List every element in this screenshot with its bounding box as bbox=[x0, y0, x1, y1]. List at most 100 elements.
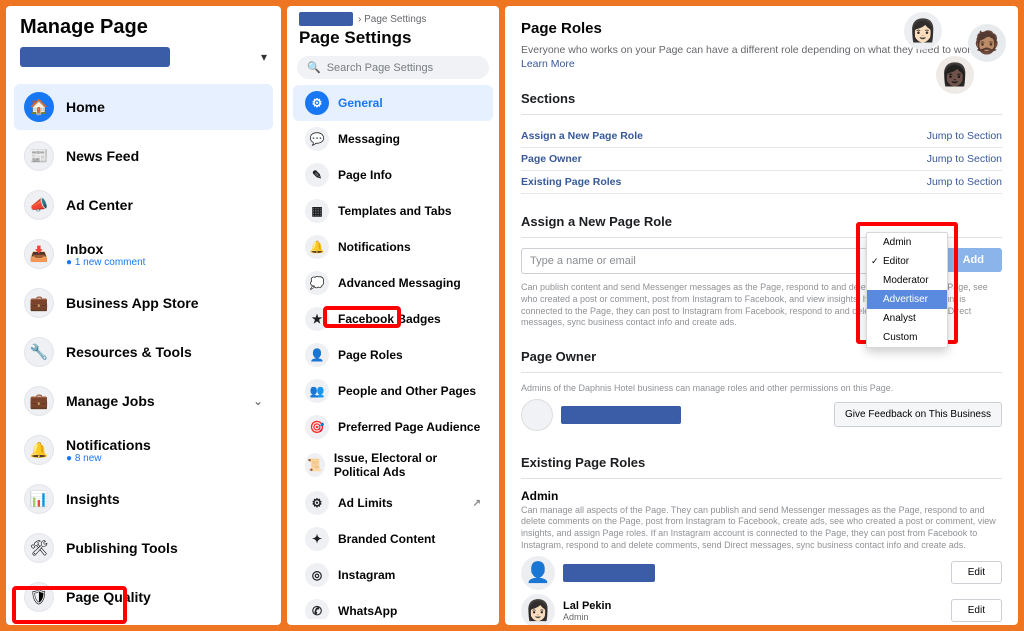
person-role-sub: Admin bbox=[563, 612, 611, 622]
section-link[interactable]: Assign a New Page Role bbox=[521, 130, 643, 142]
settings-item-general[interactable]: ⚙ General bbox=[293, 85, 493, 121]
settings-item-messaging[interactable]: 💬 Messaging bbox=[293, 121, 493, 157]
owner-heading: Page Owner bbox=[521, 349, 1002, 364]
sidebar-item-resources-tools[interactable]: 🔧 Resources & Tools bbox=[14, 329, 273, 375]
settings-item-label: Issue, Electoral or Political Ads bbox=[334, 451, 481, 479]
settings-icon: ◎ bbox=[305, 563, 329, 587]
role-option-moderator[interactable]: Moderator bbox=[867, 271, 947, 290]
owner-row: Give Feedback on This Business bbox=[521, 395, 1002, 435]
settings-item-templates-and-tabs[interactable]: ▦ Templates and Tabs bbox=[293, 193, 493, 229]
search-input[interactable]: 🔍 Search Page Settings bbox=[297, 56, 489, 79]
sidebar-item-label: Home bbox=[66, 99, 105, 115]
settings-item-label: Preferred Page Audience bbox=[338, 420, 480, 434]
sidebar-item-notifications[interactable]: 🔔 Notifications● 8 new bbox=[14, 427, 273, 473]
settings-icon: ★ bbox=[305, 307, 329, 331]
section-link-row: Existing Page Roles Jump to Section bbox=[521, 171, 1002, 194]
avatar-icon: 👩🏻 bbox=[521, 594, 555, 625]
sidebar-item-label: Ad Center bbox=[66, 197, 133, 213]
sidebar-item-label: Business App Store bbox=[66, 295, 199, 311]
settings-item-label: Page Info bbox=[338, 168, 392, 182]
nav-icon: 🛡 bbox=[24, 582, 54, 612]
sidebar-item-label: Inbox bbox=[66, 241, 103, 257]
edit-button[interactable]: Edit bbox=[951, 599, 1002, 622]
settings-item-branded-content[interactable]: ✦ Branded Content bbox=[293, 521, 493, 557]
settings-nav: ⚙ General 💬 Messaging ✎ Page Info ▦ Temp… bbox=[287, 85, 499, 619]
crumb-text: › Page Settings bbox=[358, 14, 426, 25]
search-icon: 🔍 bbox=[307, 61, 321, 74]
settings-icon: ✎ bbox=[305, 163, 329, 187]
divider bbox=[521, 372, 1002, 373]
settings-item-instagram[interactable]: ◎ Instagram bbox=[293, 557, 493, 593]
sidebar-item-manage-jobs[interactable]: 💼 Manage Jobs ⌄ bbox=[14, 378, 273, 424]
settings-icon: ▦ bbox=[305, 199, 329, 223]
assign-heading: Assign a New Page Role bbox=[521, 214, 1002, 229]
jump-to-section-link[interactable]: Jump to Section bbox=[927, 176, 1002, 188]
edit-button[interactable]: Edit bbox=[951, 561, 1002, 584]
avatar-cluster: 👩🏻 🧔🏽 👩🏿 bbox=[896, 12, 1006, 94]
add-button[interactable]: Add bbox=[945, 248, 1002, 272]
settings-item-preferred-page-audience[interactable]: 🎯 Preferred Page Audience bbox=[293, 409, 493, 445]
sidebar-item-edit-page-info[interactable]: ✏️ Edit Page Info bbox=[14, 623, 273, 625]
nav-icon: 📊 bbox=[24, 484, 54, 514]
sidebar-item-page-quality[interactable]: 🛡 Page Quality bbox=[14, 574, 273, 620]
sidebar-item-business-app-store[interactable]: 💼 Business App Store bbox=[14, 280, 273, 326]
owner-name-chip bbox=[561, 406, 681, 424]
sidebar-item-news-feed[interactable]: 📰 News Feed bbox=[14, 133, 273, 179]
crumb-page-chip[interactable] bbox=[299, 12, 353, 26]
jump-to-section-link[interactable]: Jump to Section bbox=[927, 153, 1002, 165]
sidebar-item-sub: ● 1 new comment bbox=[66, 257, 145, 268]
owner-desc: Admins of the Daphnis Hotel business can… bbox=[521, 383, 1002, 395]
section-link[interactable]: Existing Page Roles bbox=[521, 176, 621, 188]
settings-icon: ✆ bbox=[305, 599, 329, 619]
role-option-advertiser[interactable]: Advertiser bbox=[867, 290, 947, 309]
learn-more-link[interactable]: Learn More bbox=[521, 58, 575, 70]
sidebar-item-publishing-tools[interactable]: 🛠 Publishing Tools bbox=[14, 525, 273, 571]
section-link[interactable]: Page Owner bbox=[521, 153, 582, 165]
settings-item-label: Page Roles bbox=[338, 348, 403, 362]
nav-icon: 📥 bbox=[24, 239, 54, 269]
settings-item-notifications[interactable]: 🔔 Notifications bbox=[293, 229, 493, 265]
role-option-custom[interactable]: Custom bbox=[867, 328, 947, 347]
give-feedback-button[interactable]: Give Feedback on This Business bbox=[834, 402, 1002, 427]
sidebar-item-insights[interactable]: 📊 Insights bbox=[14, 476, 273, 522]
sidebar-item-inbox[interactable]: 📥 Inbox● 1 new comment bbox=[14, 231, 273, 277]
jump-to-section-link[interactable]: Jump to Section bbox=[927, 130, 1002, 142]
role-option-analyst[interactable]: Analyst bbox=[867, 309, 947, 328]
role-select-dropdown[interactable]: AdminEditorModeratorAdvertiserAnalystCus… bbox=[866, 232, 948, 348]
settings-item-people-and-other-pages[interactable]: 👥 People and Other Pages bbox=[293, 373, 493, 409]
role-option-editor[interactable]: Editor bbox=[867, 252, 947, 271]
sections-list: Assign a New Page Role Jump to Section Pa… bbox=[521, 125, 1002, 194]
chevron-down-icon: ⌄ bbox=[253, 394, 263, 408]
sidebar-item-label: News Feed bbox=[66, 148, 139, 164]
divider bbox=[521, 478, 1002, 479]
settings-item-label: Facebook Badges bbox=[338, 312, 441, 326]
assign-row: Type a name or email Add AdminEditorMode… bbox=[521, 248, 1002, 274]
role-option-admin[interactable]: Admin bbox=[867, 233, 947, 252]
sidebar-item-home[interactable]: 🏠 Home bbox=[14, 84, 273, 130]
settings-item-ad-limits[interactable]: ⚙ Ad Limits ↗ bbox=[293, 485, 493, 521]
settings-icon: ✦ bbox=[305, 527, 329, 551]
settings-item-page-info[interactable]: ✎ Page Info bbox=[293, 157, 493, 193]
sidebar-item-label: Manage Jobs bbox=[66, 393, 155, 409]
settings-item-label: Ad Limits bbox=[338, 496, 393, 510]
sidebar-item-label: Notifications bbox=[66, 437, 151, 453]
settings-icon: 🎯 bbox=[305, 415, 329, 439]
settings-item-label: Templates and Tabs bbox=[338, 204, 452, 218]
sidebar-item-sub: ● 8 new bbox=[66, 453, 151, 464]
owner-avatar bbox=[521, 399, 553, 431]
search-placeholder: Search Page Settings bbox=[327, 62, 433, 74]
person-name: Lal Pekin bbox=[563, 600, 611, 612]
nav-icon: 📰 bbox=[24, 141, 54, 171]
sidebar-item-ad-center[interactable]: 📣 Ad Center bbox=[14, 182, 273, 228]
settings-item-page-roles[interactable]: 👤 Page Roles bbox=[293, 337, 493, 373]
settings-item-advanced-messaging[interactable]: 💭 Advanced Messaging bbox=[293, 265, 493, 301]
settings-item-label: Notifications bbox=[338, 240, 411, 254]
page-picker[interactable]: ▾ bbox=[6, 47, 281, 81]
settings-item-label: WhatsApp bbox=[338, 604, 397, 618]
settings-item-facebook-badges[interactable]: ★ Facebook Badges bbox=[293, 301, 493, 337]
settings-item-issue-electoral-or-political-ads[interactable]: 📜 Issue, Electoral or Political Ads bbox=[293, 445, 493, 485]
settings-item-whatsapp[interactable]: ✆ WhatsApp bbox=[293, 593, 493, 619]
page-name-chip bbox=[20, 47, 170, 67]
person-name-chip bbox=[563, 564, 655, 582]
avatar-icon: 👤 bbox=[521, 556, 555, 590]
